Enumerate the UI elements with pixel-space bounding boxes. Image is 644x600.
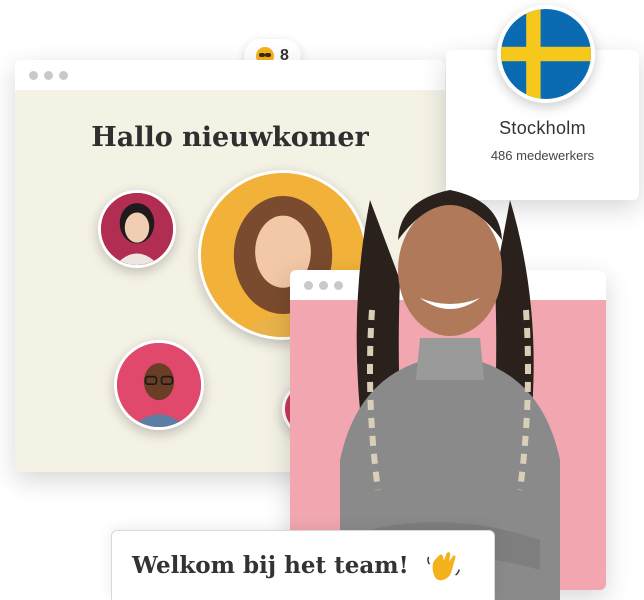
- window-titlebar: [15, 60, 445, 90]
- sweden-flag-icon: [497, 5, 595, 103]
- window-dot: [44, 70, 53, 80]
- avatar-man-glasses[interactable]: [114, 340, 204, 430]
- welcome-toast: Welkom bij het team!: [111, 530, 495, 600]
- waving-hand-icon: [426, 551, 460, 580]
- person-portrait-icon: [101, 193, 173, 265]
- page-title: Hallo nieuwkomer: [91, 122, 369, 153]
- window-dot: [29, 70, 38, 80]
- welcome-message: Welkom bij het team!: [132, 552, 409, 579]
- window-dot: [59, 70, 68, 80]
- person-portrait-icon: [117, 343, 201, 427]
- city-name: Stockholm: [499, 118, 586, 138]
- avatar-woman-asian[interactable]: [98, 190, 176, 268]
